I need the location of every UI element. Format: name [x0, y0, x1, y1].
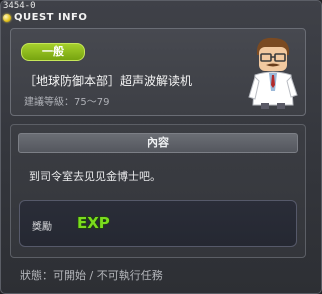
quest-info-window: 3454-0 QUEST INFO 一般 ［地球防御本部］超声波解读机 建議等級… — [0, 0, 322, 294]
reward-box: 獎勵 EXP — [19, 200, 297, 247]
quest-status: 狀態：可開始 / 不可執行任務 — [20, 269, 163, 282]
doctor-npc-icon — [248, 37, 298, 109]
exp-reward-icon: EXP — [76, 213, 110, 231]
reward-label: 獎勵 — [32, 222, 52, 233]
quest-category-badge: 一般 — [21, 43, 85, 61]
window-title: QUEST INFO — [14, 12, 88, 23]
exp-label: EXP — [77, 214, 110, 231]
quest-description: 到司令室去见见金博士吧。 — [29, 170, 161, 183]
window-title-bar: QUEST INFO — [3, 10, 87, 25]
quest-content-panel: 內容 到司令室去见见金博士吧。 獎勵 EXP — [10, 124, 306, 258]
quest-summary-panel: 一般 ［地球防御本部］超声波解读机 建議等級：75～79 — [10, 28, 306, 116]
quest-recommended-level: 建議等級：75～79 — [24, 97, 110, 108]
content-header: 內容 — [18, 133, 298, 153]
title-dot-icon — [3, 13, 11, 22]
quest-name: ［地球防御本部］超声波解读机 — [24, 74, 193, 88]
